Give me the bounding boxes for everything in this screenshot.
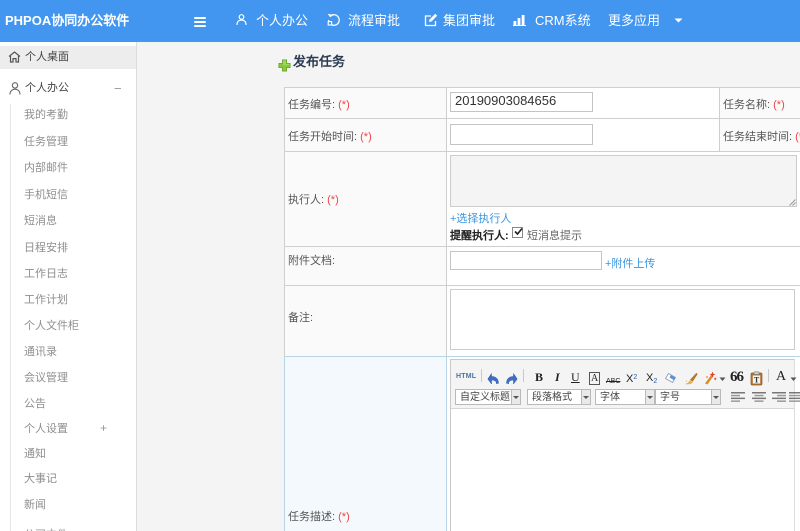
svg-text:T: T (754, 376, 760, 385)
